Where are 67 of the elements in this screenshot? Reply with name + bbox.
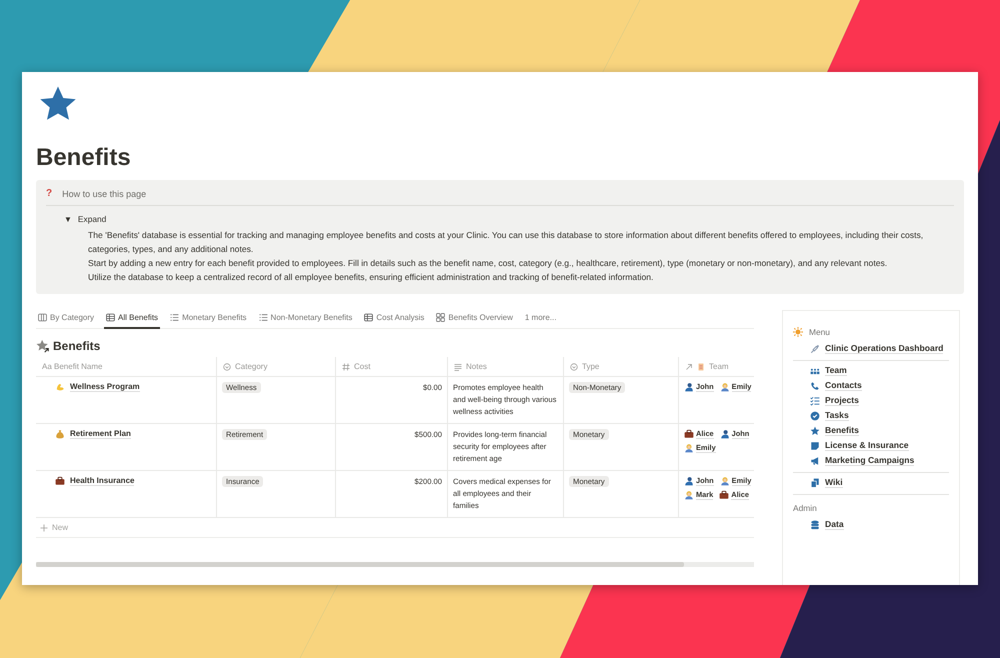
sidebar-heading: Menu bbox=[809, 327, 830, 337]
person-icon bbox=[684, 476, 694, 486]
view-tab[interactable]: Cost Analysis bbox=[362, 310, 426, 329]
board-icon bbox=[38, 313, 47, 322]
view-tab[interactable]: All Benefits bbox=[104, 310, 160, 329]
benefit-name[interactable]: Health Insurance bbox=[70, 476, 134, 486]
question-mark-icon: ? bbox=[46, 188, 52, 199]
toggle-label[interactable]: Expand bbox=[78, 214, 106, 224]
arrow-icon bbox=[685, 362, 693, 370]
page-title: Benefits bbox=[36, 144, 131, 172]
sidebar-link[interactable]: Benefits bbox=[810, 425, 949, 436]
star-icon bbox=[810, 426, 820, 436]
sidebar-link[interactable]: License & Insurance bbox=[810, 440, 949, 451]
plus-icon bbox=[40, 524, 48, 532]
table-icon bbox=[364, 313, 374, 322]
notepad-icon bbox=[697, 362, 705, 370]
sidebar-link[interactable]: Team bbox=[810, 365, 949, 376]
flexed-arm-icon bbox=[55, 382, 65, 392]
person-icon bbox=[684, 382, 694, 392]
sidebar-link[interactable]: Clinic Operations Dashboard bbox=[810, 343, 949, 354]
instruction-paragraph: Utilize the database to keep a centralized record of all employee benefits, ensuring efficient administration and tracking of benefit-related information. bbox=[88, 271, 654, 284]
benefit-name[interactable]: Retirement Plan bbox=[70, 429, 131, 439]
view-tab[interactable]: By Category bbox=[36, 310, 96, 329]
briefcase-icon bbox=[719, 490, 730, 500]
money-bag-icon bbox=[55, 429, 65, 439]
sidebar-link[interactable]: Wiki bbox=[810, 477, 949, 488]
database-icon bbox=[810, 520, 820, 530]
sun-icon bbox=[793, 327, 803, 337]
callout-title: How to use this page bbox=[62, 188, 146, 198]
lines-icon bbox=[454, 362, 462, 370]
check-circle-icon bbox=[810, 410, 820, 420]
syringe-icon bbox=[810, 344, 820, 354]
sidebar-link[interactable]: Data bbox=[810, 519, 949, 530]
star-link-icon bbox=[36, 339, 50, 353]
person-icon bbox=[720, 429, 730, 439]
briefcase-icon bbox=[55, 476, 65, 486]
checklist-icon bbox=[810, 396, 820, 406]
table-icon bbox=[106, 313, 116, 322]
woman-icon bbox=[720, 476, 730, 486]
sidebar-heading: Admin bbox=[793, 503, 817, 513]
instruction-paragraph: Start by adding a new entry for each benefit provided to employees. Fill in details such as the benefit name, cost, category (e.g., healthcare, retirement), type (monetary or non-monetary), and any relevant notes. bbox=[88, 257, 888, 270]
benefit-name[interactable]: Wellness Program bbox=[70, 382, 140, 392]
briefcase-icon bbox=[684, 429, 694, 439]
view-tab[interactable]: Non-Monetary Benefits bbox=[256, 310, 354, 329]
instruction-paragraph: The 'Benefits' database is essential for tracking and managing employee benefits and costs at your Clinic. You can use this database to store information about different benefits offered to employees, including their costs, categories, types, and any additional notes. bbox=[88, 229, 924, 256]
gallery-icon bbox=[436, 313, 446, 322]
view-tab[interactable]: Monetary Benefits bbox=[168, 310, 249, 329]
sidebar-link[interactable]: Marketing Campaigns bbox=[810, 455, 949, 466]
select-icon bbox=[223, 362, 231, 370]
view-tab[interactable]: Benefits Overview bbox=[434, 310, 515, 329]
woman-icon bbox=[720, 382, 730, 392]
hash-icon bbox=[342, 362, 350, 370]
list-icon bbox=[258, 313, 268, 322]
select-icon bbox=[570, 362, 578, 370]
megaphone-icon bbox=[810, 456, 820, 466]
list-icon bbox=[170, 313, 180, 322]
phone-icon bbox=[810, 380, 820, 390]
sidebar-link[interactable]: Projects bbox=[810, 395, 949, 406]
view-tab[interactable]: 1 more... bbox=[522, 310, 558, 329]
woman-icon bbox=[684, 443, 694, 453]
woman-icon bbox=[684, 490, 694, 500]
note-icon bbox=[810, 440, 820, 450]
database-title: Benefits bbox=[53, 339, 100, 353]
toggle-triangle[interactable]: ▼ bbox=[64, 214, 72, 224]
sidebar-link[interactable]: Tasks bbox=[810, 410, 949, 421]
sidebar-link[interactable]: Contacts bbox=[810, 380, 949, 391]
documents-icon bbox=[810, 478, 820, 488]
